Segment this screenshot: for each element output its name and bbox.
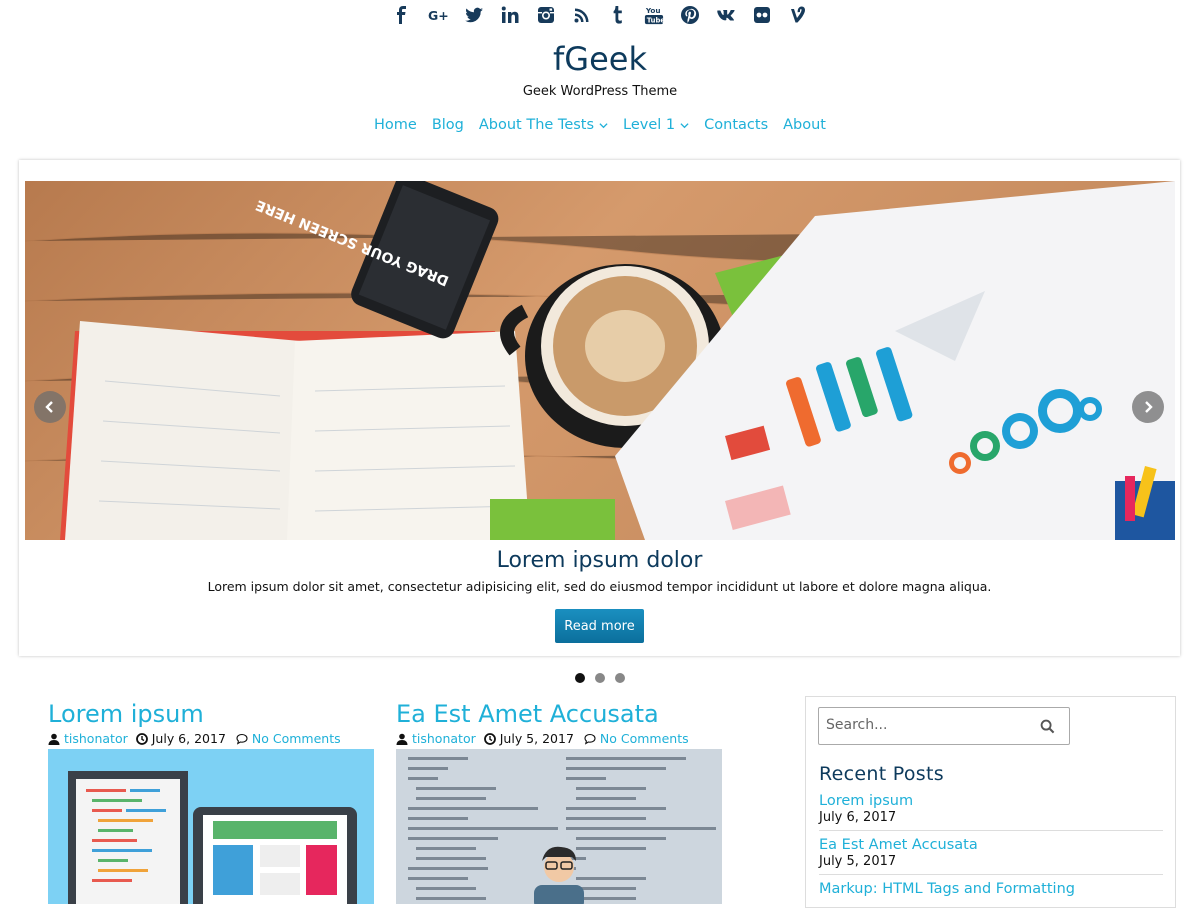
nav-label: Contacts [704, 117, 769, 133]
slide-text: Lorem ipsum dolor sit amet, consectetur … [207, 579, 992, 594]
twitter-icon[interactable] [456, 2, 492, 28]
youtube-icon[interactable]: You Tube [636, 2, 672, 28]
vk-icon[interactable] [708, 2, 744, 28]
slider-dot[interactable] [575, 673, 585, 683]
vine-icon[interactable] [780, 2, 816, 28]
site-tagline: Geek WordPress Theme [522, 84, 678, 99]
nav-item-blog[interactable]: Blog [432, 117, 464, 133]
post-comments-link[interactable]: No Comments [252, 731, 341, 746]
instagram-icon[interactable] [528, 2, 564, 28]
recent-post-item: Ea Est Amet Accusata July 5, 2017 [819, 837, 1163, 875]
nav-label: Home [373, 117, 417, 133]
recent-posts-title: Recent Posts [819, 763, 944, 785]
user-icon [48, 733, 60, 745]
search-input[interactable] [824, 716, 1028, 734]
divider [819, 830, 1163, 831]
site-title[interactable]: fGeek [0, 40, 1200, 78]
slider-next-button[interactable] [1132, 391, 1164, 423]
pinterest-icon[interactable] [672, 2, 708, 28]
clock-icon [135, 732, 148, 745]
post-author-link[interactable]: tishonator [412, 731, 476, 746]
recent-post-link[interactable]: Markup: HTML Tags and Formatting [819, 881, 1163, 898]
post-meta: tishonator July 5, 2017 No Comments [396, 731, 722, 746]
nav-item-contacts[interactable]: Contacts [704, 117, 768, 133]
nav-label: Blog [431, 117, 464, 133]
hero-slider: DRAG YOUR SCREEN HERE Lorem ipsum dolor … [19, 160, 1180, 656]
slide-image: DRAG YOUR SCREEN HERE [25, 181, 1175, 540]
user-icon [396, 733, 408, 745]
nav-label: Level 1 [623, 117, 676, 133]
search-form [818, 707, 1070, 745]
divider [819, 874, 1163, 875]
tumblr-icon[interactable] [600, 2, 636, 28]
google-plus-icon[interactable]: G+ [420, 2, 456, 28]
read-more-button[interactable]: Read more [555, 609, 644, 643]
post-thumbnail[interactable] [396, 749, 722, 904]
nav-item-about-the-tests[interactable]: About The Tests [479, 117, 608, 133]
chevron-down-icon [599, 122, 608, 128]
rss-icon[interactable] [564, 2, 600, 28]
post-comments-link[interactable]: No Comments [600, 731, 689, 746]
comment-icon [236, 733, 248, 745]
slide-title: Lorem ipsum dolor [496, 548, 703, 573]
svg-text:G+: G+ [428, 8, 448, 23]
slider-dot[interactable] [595, 673, 605, 683]
linkedin-icon[interactable] [492, 2, 528, 28]
post-meta: tishonator July 6, 2017 No Comments [48, 731, 374, 746]
svg-text:Tube: Tube [647, 16, 664, 24]
search-icon[interactable] [1040, 719, 1055, 734]
post-thumbnail[interactable] [48, 749, 374, 904]
post-title-link[interactable]: Ea Est Amet Accusata [396, 700, 722, 728]
chevron-right-icon [1145, 401, 1153, 413]
svg-text:You: You [645, 6, 661, 15]
comment-icon [584, 733, 596, 745]
recent-post-link[interactable]: Ea Est Amet Accusata [819, 837, 1163, 854]
post-card: Lorem ipsum tishonator July 6, 2017 No C… [48, 700, 374, 904]
chevron-down-icon [680, 122, 689, 128]
post-date: July 5, 2017 [499, 731, 574, 746]
slider-prev-button[interactable] [34, 391, 66, 423]
post-date: July 6, 2017 [151, 731, 226, 746]
sidebar: Recent Posts Lorem ipsum July 6, 2017 Ea… [805, 696, 1176, 908]
nav-label: About [783, 117, 826, 133]
recent-post-item: Lorem ipsum July 6, 2017 [819, 793, 1163, 831]
nav-label: About The Tests [478, 117, 595, 133]
recent-post-date: July 6, 2017 [819, 810, 897, 825]
chevron-left-icon [45, 401, 53, 413]
post-author-link[interactable]: tishonator [64, 731, 128, 746]
clock-icon [483, 732, 496, 745]
recent-post-item: Markup: HTML Tags and Formatting [819, 881, 1163, 898]
post-card: Ea Est Amet Accusata tishonator July 5, … [396, 700, 722, 904]
social-links: G+ You Tube [0, 2, 1200, 28]
nav-item-about[interactable]: About [783, 117, 826, 133]
slider-dot[interactable] [615, 673, 625, 683]
recent-post-link[interactable]: Lorem ipsum [819, 793, 1163, 810]
nav-item-home[interactable]: Home [374, 117, 417, 133]
slider-pagination [0, 673, 1200, 683]
post-title-link[interactable]: Lorem ipsum [48, 700, 374, 728]
main-navigation: Home Blog About The Tests Level 1 Contac… [0, 117, 1200, 133]
recent-post-date: July 5, 2017 [819, 854, 897, 869]
facebook-icon[interactable] [384, 2, 420, 28]
nav-item-level-1[interactable]: Level 1 [623, 117, 689, 133]
flickr-icon[interactable] [744, 2, 780, 28]
